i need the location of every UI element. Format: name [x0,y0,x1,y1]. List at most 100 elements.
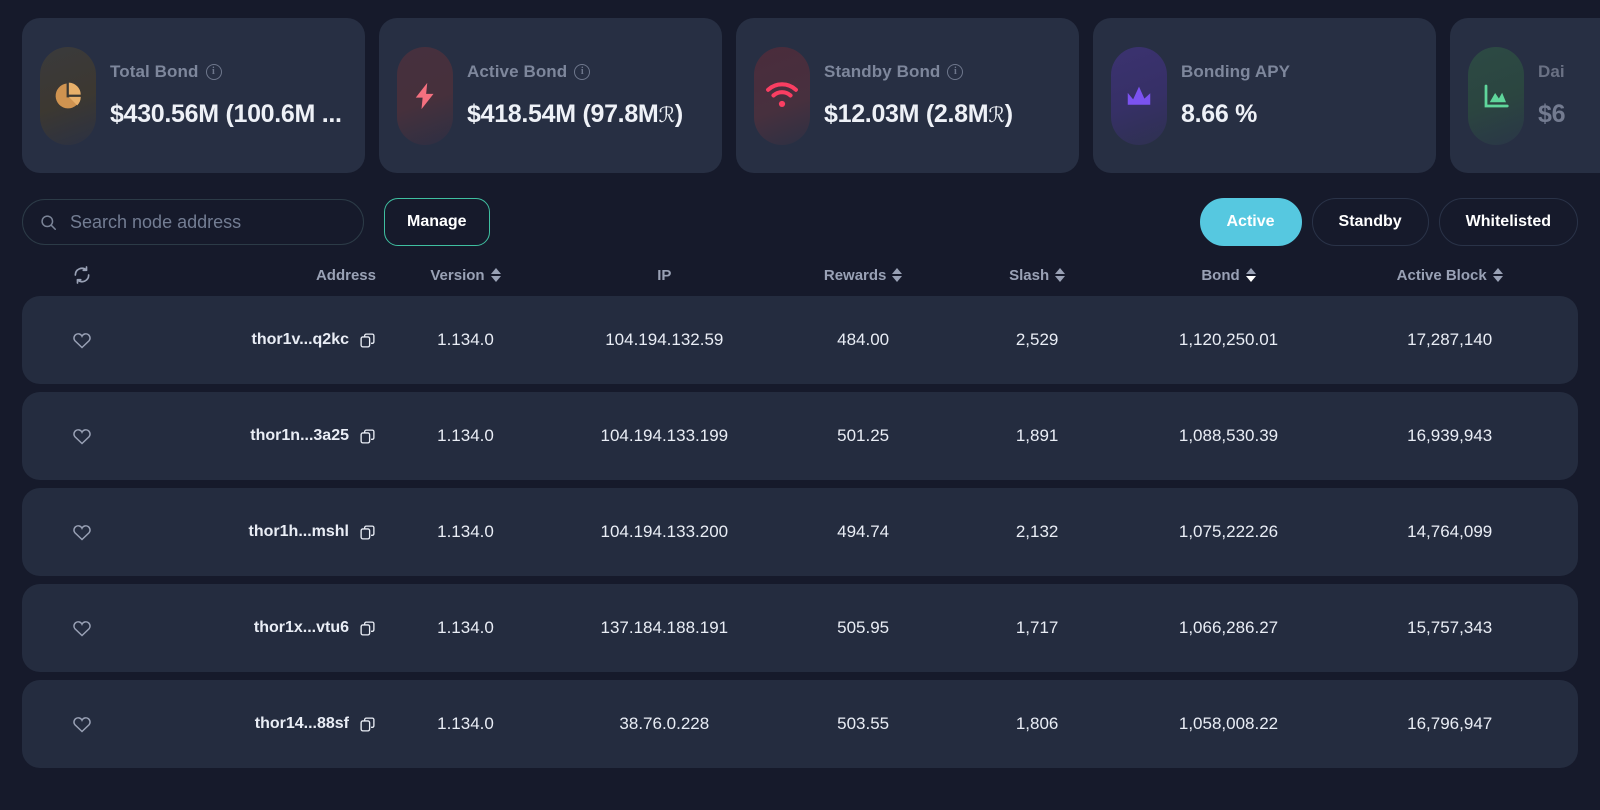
stat-label: Active Bond i [467,62,683,82]
filter-active[interactable]: Active [1199,198,1302,246]
node-bond-cell: 1,075,222.26 [1178,522,1279,541]
column-header-slash[interactable]: Slash [1009,267,1066,284]
stat-value-suffix: ) [1004,100,1013,128]
stat-label: Standby Bond i [824,62,1013,82]
trending-chart-icon [1111,46,1167,145]
node-ip-cell: 104.194.133.199 [600,426,729,445]
table-row[interactable]: thor1x...vtu6 1.134.0 137.184.188.191 50… [22,584,1578,672]
node-address-cell[interactable]: thor1v...q2kc [251,331,376,349]
stat-card-daily-partial[interactable]: Dai $6 [1450,18,1600,173]
favorite-heart-icon[interactable] [71,713,93,735]
wifi-icon [754,46,810,145]
filter-group: Active Standby Whitelisted [1199,198,1578,246]
node-bond-cell: 1,058,008.22 [1178,714,1279,733]
stat-label-text: Active Bond [467,62,568,81]
node-address-cell[interactable]: thor1n...3a25 [250,427,376,445]
node-rewards-cell: 484.00 [837,330,890,349]
stat-value-text: $418.54M (97.8M [467,100,659,128]
node-slash-cell: 2,132 [1015,522,1059,541]
column-header-refresh[interactable] [36,265,127,285]
node-slash-cell: 1,806 [1015,714,1059,733]
stat-card-bonding-apy[interactable]: Bonding APY 8.66 % [1093,18,1436,173]
stat-value: $12.03M (2.8Mℛ) [824,100,1013,129]
sort-icon-version[interactable] [490,268,501,282]
stat-card-total-bond[interactable]: Total Bond i $430.56M (100.6M ... [22,18,365,173]
copy-icon[interactable] [359,716,376,733]
favorite-heart-icon[interactable] [71,425,93,447]
copy-icon[interactable] [359,428,376,445]
node-ip-cell: 104.194.132.59 [605,330,724,349]
sort-icon-slash[interactable] [1055,268,1066,282]
table-header-row: Address Version IP Rewards Slash Bond Ac… [22,254,1578,296]
info-icon[interactable]: i [947,64,964,80]
info-icon[interactable]: i [574,64,591,80]
node-rewards-cell: 505.95 [837,618,890,637]
node-slash-cell: 2,529 [1015,330,1059,349]
column-header-address: Address [315,266,376,284]
sort-icon-rewards[interactable] [892,268,903,282]
stat-value-suffix: ) [674,100,683,128]
column-header-active-block[interactable]: Active Block [1397,267,1503,284]
column-header-active-block-label: Active Block [1396,266,1487,284]
filter-standby[interactable]: Standby [1311,198,1429,246]
node-ip-cell: 38.76.0.228 [619,714,710,733]
node-address-text: thor14...88sf [254,715,349,732]
node-address-cell[interactable]: thor14...88sf [255,715,376,733]
node-slash-cell: 1,891 [1015,426,1059,445]
favorite-heart-icon[interactable] [71,521,93,543]
column-header-bond-label: Bond [1201,266,1240,284]
nodes-table: Address Version IP Rewards Slash Bond Ac… [0,254,1600,768]
table-row[interactable]: thor14...88sf 1.134.0 38.76.0.228 503.55… [22,680,1578,768]
stat-card-text: Total Bond i $430.56M (100.6M ... [110,62,342,129]
node-ip-cell: 104.194.133.200 [600,522,729,541]
stats-cards-row: Total Bond i $430.56M (100.6M ... Active… [0,0,1600,178]
node-rewards-cell: 494.74 [837,522,890,541]
search-placeholder: Search node address [70,211,242,232]
column-header-rewards-label: Rewards [823,266,887,284]
stat-card-text: Standby Bond i $12.03M (2.8Mℛ) [824,62,1013,129]
node-active-block-cell: 17,287,140 [1407,330,1493,349]
stat-label: Total Bond i [110,62,342,82]
column-header-version[interactable]: Version [430,267,501,284]
rune-symbol: ℛ [988,103,1005,127]
node-rewards-cell: 503.55 [837,714,890,733]
node-active-block-cell: 16,939,943 [1407,426,1493,445]
stat-label-text: Total Bond [110,62,199,81]
node-slash-cell: 1,717 [1015,618,1059,637]
copy-icon[interactable] [359,332,376,349]
column-header-rewards[interactable]: Rewards [824,267,903,284]
refresh-icon[interactable] [72,265,92,285]
node-address-cell[interactable]: thor1h...mshl [249,523,376,541]
stat-value: 8.66 % [1181,100,1258,128]
copy-icon[interactable] [359,620,376,637]
stat-card-active-bond[interactable]: Active Bond i $418.54M (97.8Mℛ) [379,18,722,173]
sort-icon-bond[interactable] [1245,268,1256,282]
stat-value-text: $12.03M (2.8M [824,100,989,128]
favorite-heart-icon[interactable] [71,329,93,351]
manage-button[interactable]: Manage [384,198,490,246]
info-icon[interactable]: i [205,64,222,80]
controls-row: Search node address Manage Active Standb… [0,178,1600,254]
stat-label-text: Standby Bond [824,62,941,81]
sort-icon-active-block[interactable] [1492,268,1503,282]
rune-symbol: ℛ [658,103,675,127]
table-row[interactable]: thor1h...mshl 1.134.0 104.194.133.200 49… [22,488,1578,576]
column-header-bond[interactable]: Bond [1201,266,1256,284]
node-active-block-cell: 14,764,099 [1407,522,1493,541]
table-row[interactable]: thor1v...q2kc 1.134.0 104.194.132.59 484… [22,296,1578,384]
stat-value: $418.54M (97.8Mℛ) [467,100,683,129]
node-address-cell[interactable]: thor1x...vtu6 [254,619,376,637]
stat-card-text: Bonding APY 8.66 % [1181,62,1290,129]
node-rewards-cell: 501.25 [837,426,890,445]
copy-icon[interactable] [359,524,376,541]
favorite-heart-icon[interactable] [71,617,93,639]
filter-whitelisted[interactable]: Whitelisted [1438,198,1578,246]
node-address-text: thor1v...q2kc [251,331,349,348]
table-row[interactable]: thor1n...3a25 1.134.0 104.194.133.199 50… [22,392,1578,480]
search-input[interactable]: Search node address [22,199,364,245]
column-header-ip: IP [657,266,672,284]
node-address-text: thor1h...mshl [248,523,349,540]
stat-card-standby-bond[interactable]: Standby Bond i $12.03M (2.8Mℛ) [736,18,1079,173]
stat-value: $430.56M (100.6M ... [110,100,342,128]
search-icon [41,214,56,230]
